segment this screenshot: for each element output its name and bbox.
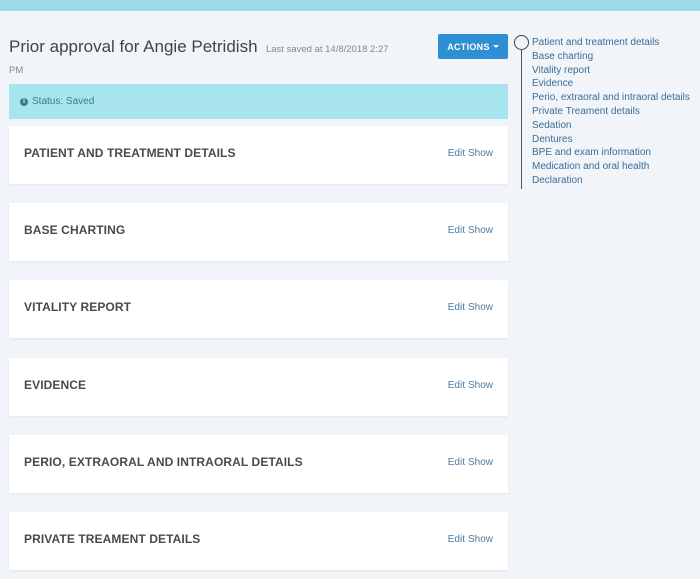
last-saved-text-cont: PM [9,64,24,76]
section-actions: Edit Show [448,148,493,159]
section-show-link[interactable]: Show [468,225,493,236]
toc-link[interactable]: Base charting [532,50,690,64]
status-text: Status: Saved [32,96,95,107]
toc-link[interactable]: Declaration [532,174,690,188]
section-actions: Edit Show [448,534,493,545]
toc-link[interactable]: BPE and exam information [532,146,690,160]
section-show-link[interactable]: Show [468,534,493,545]
toc-link[interactable]: Evidence [532,77,690,91]
section-card: BASE CHARTING Edit Show [9,203,508,261]
section-title: EVIDENCE [24,378,87,392]
caret-down-icon [492,45,499,48]
section-actions: Edit Show [448,380,493,391]
section-title: PRIVATE TREAMENT DETAILS [24,532,201,546]
section-card: PRIVATE TREAMENT DETAILS Edit Show [9,512,508,570]
actions-dropdown-button[interactable]: ACTIONS [438,34,508,59]
actions-button-label: ACTIONS [447,41,490,52]
top-bar [0,0,700,11]
section-card: PATIENT AND TREATMENT DETAILS Edit Show [9,126,508,184]
toc-list: Patient and treatment details Base charti… [532,36,690,188]
toc-link[interactable]: Patient and treatment details [532,36,690,50]
section-card: EVIDENCE Edit Show [9,358,508,416]
section-title: VITALITY REPORT [24,300,132,314]
toc-timeline-line [521,49,522,189]
section-show-link[interactable]: Show [468,302,493,313]
section-edit-link[interactable]: Edit [448,302,465,313]
status-banner: i Status: Saved [9,84,508,119]
section-actions: Edit Show [448,457,493,468]
section-edit-link[interactable]: Edit [448,380,465,391]
last-saved-text: Last saved at 14/8/2018 2:27 [265,44,389,55]
section-title: BASE CHARTING [24,223,126,237]
toc-link[interactable]: Private Treament details [532,105,690,119]
toc-link[interactable]: Dentures [532,133,690,147]
toc-link[interactable]: Perio, extraoral and intraoral details [532,91,690,105]
section-card: PERIO, EXTRAORAL AND INTRAORAL DETAILS Ed… [9,435,508,493]
section-show-link[interactable]: Show [468,148,493,159]
section-edit-link[interactable]: Edit [448,457,465,468]
toc-current-marker-icon [514,35,529,50]
toc-link[interactable]: Sedation [532,119,690,133]
info-icon: i [20,97,28,106]
section-edit-link[interactable]: Edit [448,148,465,159]
toc-link[interactable]: Medication and oral health [532,160,690,174]
section-card: VITALITY REPORT Edit Show [9,280,508,338]
page-title: Prior approval for Angie Petridish [9,37,258,56]
page-header: Prior approval for Angie Petridish Last … [9,36,389,80]
section-actions: Edit Show [448,302,493,313]
section-edit-link[interactable]: Edit [448,534,465,545]
section-show-link[interactable]: Show [468,457,493,468]
section-actions: Edit Show [448,225,493,236]
section-edit-link[interactable]: Edit [448,225,465,236]
section-title: PATIENT AND TREATMENT DETAILS [24,146,236,160]
toc-link[interactable]: Vitality report [532,64,690,78]
section-show-link[interactable]: Show [468,380,493,391]
section-title: PERIO, EXTRAORAL AND INTRAORAL DETAILS [24,455,303,469]
